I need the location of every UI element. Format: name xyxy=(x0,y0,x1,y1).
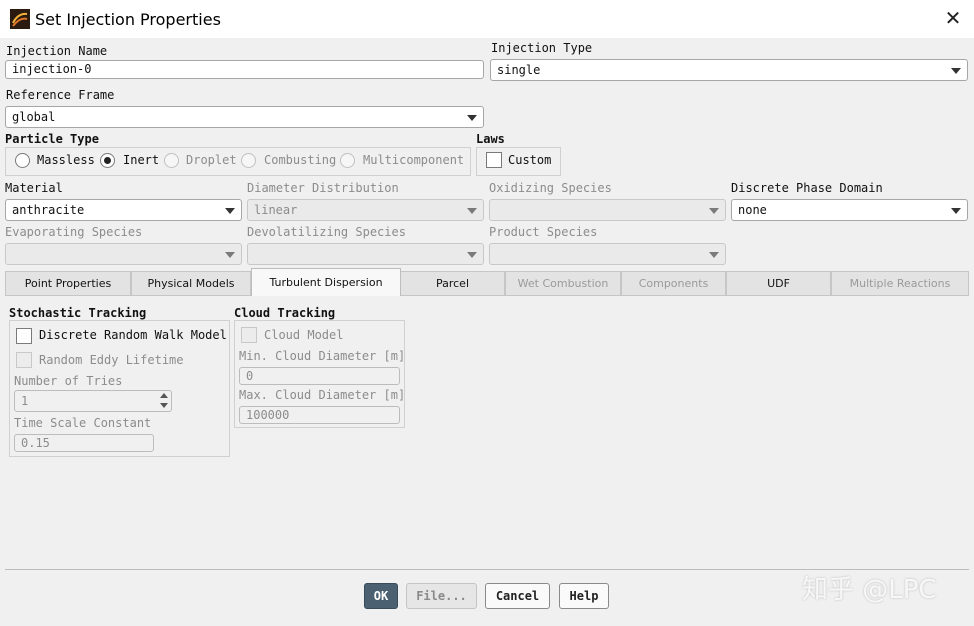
chevron-down-icon xyxy=(467,252,477,258)
cloud-tracking-title: Cloud Tracking xyxy=(234,306,336,320)
cloud-model-checkbox[interactable] xyxy=(241,327,257,343)
injection-name-input[interactable]: injection-0 xyxy=(5,60,484,79)
injection-name-label: Injection Name xyxy=(6,44,108,58)
diameter-distribution-label: Diameter Distribution xyxy=(247,181,399,195)
discrete-random-walk-label: Discrete Random Walk Model xyxy=(39,328,227,342)
material-select[interactable]: anthracite xyxy=(5,199,242,221)
max-cloud-diameter-label: Max. Cloud Diameter [m] xyxy=(239,388,406,402)
devolatilizing-species-select[interactable] xyxy=(247,243,484,265)
particle-type-label: Particle Type xyxy=(5,132,99,146)
custom-label: Custom xyxy=(508,153,552,167)
tab-parcel[interactable]: Parcel xyxy=(400,271,505,295)
radio-combusting-label: Combusting xyxy=(264,153,337,167)
radio-multicomponent-label: Multicomponent xyxy=(363,153,465,167)
window-title: Set Injection Properties xyxy=(35,10,221,29)
material-value: anthracite xyxy=(12,203,85,217)
diameter-distribution-value: linear xyxy=(254,203,298,217)
random-eddy-lifetime-checkbox[interactable] xyxy=(16,352,32,368)
spin-up-icon[interactable] xyxy=(160,393,168,398)
number-of-tries-label: Number of Tries xyxy=(14,374,123,388)
tab-components[interactable]: Components xyxy=(621,271,726,295)
radio-droplet[interactable] xyxy=(164,153,179,168)
discrete-phase-domain-label: Discrete Phase Domain xyxy=(731,181,883,195)
help-button[interactable]: Help xyxy=(559,583,609,609)
number-of-tries-stepper[interactable] xyxy=(157,390,171,412)
cancel-button[interactable]: Cancel xyxy=(485,583,550,609)
cloud-model-label: Cloud Model xyxy=(264,328,344,342)
product-species-label: Product Species xyxy=(489,225,598,239)
tab-udf[interactable]: UDF xyxy=(726,271,831,295)
ok-button[interactable]: OK xyxy=(364,583,398,609)
oxidizing-species-select[interactable] xyxy=(489,199,726,221)
title-bar: Set Injection Properties ✕ xyxy=(0,0,974,38)
injection-type-value: single xyxy=(497,63,541,77)
random-eddy-lifetime-label: Random Eddy Lifetime xyxy=(39,353,184,367)
radio-inert-label: Inert xyxy=(123,153,160,167)
material-label: Material xyxy=(5,181,63,195)
discrete-phase-domain-select[interactable]: none xyxy=(731,199,968,221)
custom-checkbox[interactable] xyxy=(486,152,502,168)
time-scale-constant-input[interactable]: 0.15 xyxy=(14,434,154,452)
stochastic-tracking-title: Stochastic Tracking xyxy=(9,306,147,320)
tab-wet-combustion[interactable]: Wet Combustion xyxy=(505,271,621,295)
chevron-down-icon xyxy=(709,252,719,258)
chevron-down-icon xyxy=(951,68,961,74)
min-cloud-diameter-input[interactable]: 0 xyxy=(239,367,400,385)
chevron-down-icon xyxy=(951,208,961,214)
reference-frame-label: Reference Frame xyxy=(6,88,115,102)
radio-massless[interactable] xyxy=(15,153,30,168)
tab-bar-border xyxy=(5,295,969,296)
radio-combusting[interactable] xyxy=(241,153,256,168)
radio-massless-label: Massless xyxy=(37,153,95,167)
max-cloud-diameter-input[interactable]: 100000 xyxy=(239,406,400,424)
number-of-tries-input[interactable]: 1 xyxy=(14,390,172,412)
discrete-random-walk-checkbox[interactable] xyxy=(16,328,32,344)
chevron-down-icon xyxy=(467,115,477,121)
tab-physical-models[interactable]: Physical Models xyxy=(131,271,251,295)
close-icon[interactable]: ✕ xyxy=(942,7,964,29)
watermark: 知乎 @LPC xyxy=(802,575,937,605)
fluent-app-icon xyxy=(10,9,30,29)
chevron-down-icon xyxy=(225,208,235,214)
radio-selected-dot xyxy=(104,157,111,164)
diameter-distribution-select[interactable]: linear xyxy=(247,199,484,221)
reference-frame-value: global xyxy=(12,110,56,124)
injection-type-label: Injection Type xyxy=(491,41,593,55)
file-button[interactable]: File... xyxy=(406,583,477,609)
tab-multiple-reactions[interactable]: Multiple Reactions xyxy=(831,271,969,295)
evaporating-species-label: Evaporating Species xyxy=(5,225,143,239)
radio-droplet-label: Droplet xyxy=(186,153,237,167)
radio-multicomponent[interactable] xyxy=(340,153,355,168)
chevron-down-icon xyxy=(467,208,477,214)
evaporating-species-select[interactable] xyxy=(5,243,242,265)
injection-type-select[interactable]: single xyxy=(490,59,968,81)
min-cloud-diameter-label: Min. Cloud Diameter [m] xyxy=(239,349,406,363)
chevron-down-icon xyxy=(709,208,719,214)
devolatilizing-species-label: Devolatilizing Species xyxy=(247,225,406,239)
spin-down-icon[interactable] xyxy=(160,403,168,408)
tab-point-properties[interactable]: Point Properties xyxy=(5,271,131,295)
time-scale-constant-label: Time Scale Constant xyxy=(14,416,152,430)
tab-turbulent-dispersion[interactable]: Turbulent Dispersion xyxy=(251,268,401,296)
oxidizing-species-label: Oxidizing Species xyxy=(489,181,612,195)
radio-inert[interactable] xyxy=(100,153,115,168)
chevron-down-icon xyxy=(225,252,235,258)
product-species-select[interactable] xyxy=(489,243,726,265)
laws-label: Laws xyxy=(476,132,505,146)
discrete-phase-domain-value: none xyxy=(738,203,767,217)
reference-frame-select[interactable]: global xyxy=(5,106,484,128)
